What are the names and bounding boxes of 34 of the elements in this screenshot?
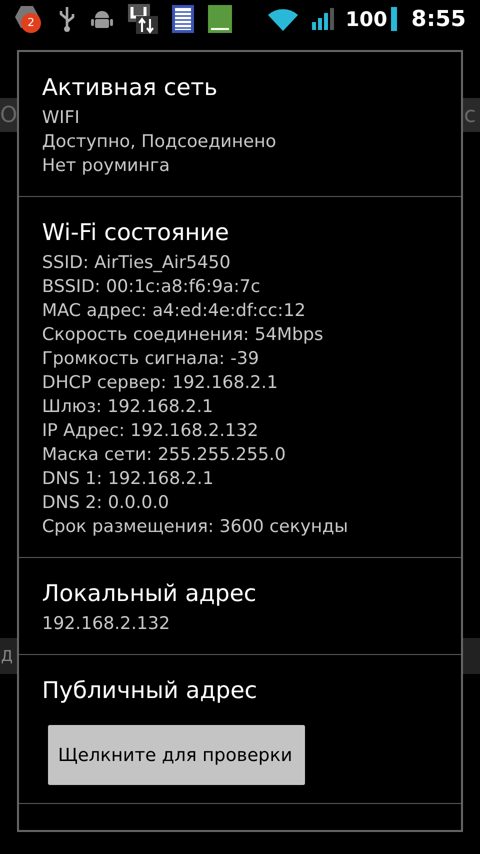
info-line: Скорость соединения: 54Mbps [42, 324, 324, 347]
transfer-icon [128, 4, 158, 34]
info-line: Маска сети: 255.255.255.0 [42, 444, 287, 467]
info-line: DNS 2: 0.0.0.0 [42, 492, 170, 515]
check-button[interactable]: Щелкните для проверки [48, 725, 305, 785]
section-title: Wi-Fi состояние [42, 219, 230, 248]
info-line: Нет роуминга [42, 155, 171, 178]
info-line: MAC адрес: a4:ed:4e:df:cc:12 [42, 300, 307, 323]
info-line: Доступно, Подсоединено [42, 131, 278, 154]
section-title: Локальный адрес [42, 580, 258, 609]
background-text: Д [1, 646, 13, 667]
background-text: О [0, 102, 18, 130]
section-title: Публичный адрес [42, 677, 258, 706]
background-text: с [464, 102, 477, 130]
usb-icon [58, 5, 76, 33]
info-line: Шлюз: 192.168.2.1 [42, 396, 214, 419]
info-line: 192.168.2.132 [42, 613, 172, 636]
notification-badge: 2 [21, 13, 41, 33]
info-line: DHCP сервер: 192.168.2.1 [42, 372, 279, 395]
battery-icon [391, 7, 398, 31]
section-title: Активная сеть [42, 74, 219, 103]
info-line: IP Адрес: 192.168.2.132 [42, 420, 260, 443]
document-icon [172, 5, 194, 33]
info-line: WIFI [42, 107, 81, 130]
info-line: DNS 1: 192.168.2.1 [42, 468, 215, 491]
signal-icon [312, 8, 336, 30]
wifi-icon [268, 7, 298, 31]
info-line: Громкость сигнала: -39 [42, 348, 260, 371]
book-icon [208, 5, 232, 33]
info-line: Срок размещения: 3600 секунды [42, 516, 350, 539]
info-line: SSID: AirTies_Air5450 [42, 252, 232, 275]
battery-level: 100 [346, 6, 388, 33]
clock: 8:55 [411, 6, 466, 34]
info-line: BSSID: 00:1c:a8:f6:9a:7c [42, 276, 262, 299]
